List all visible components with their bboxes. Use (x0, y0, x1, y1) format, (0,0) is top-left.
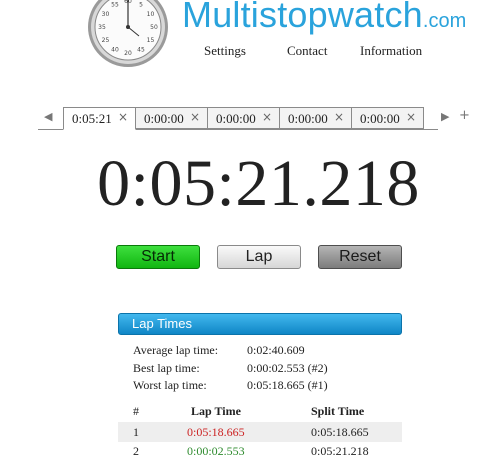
stopwatch-logo-icon: 55605105015452040253530 (88, 0, 168, 67)
column-header-number: # (133, 404, 139, 418)
lap-time-best: 0:00:02.553 (187, 444, 245, 458)
column-header-lap-time: Lap Time (191, 404, 241, 418)
best-lap-value: 0:00:02.553 (#2) (247, 361, 328, 375)
nav-settings[interactable]: Settings (204, 43, 246, 59)
timer-tab-5[interactable]: 0:00:00 × (352, 107, 424, 129)
clock-numeral: 15 (147, 37, 155, 44)
timer-tab-4[interactable]: 0:00:00 × (280, 107, 352, 129)
brand-logo[interactable]: Multistopwatch.com (182, 0, 466, 36)
timer-tab-label: 0:00:00 (144, 111, 184, 126)
timer-tab-3[interactable]: 0:00:00 × (208, 107, 280, 129)
table-row: 1 0:05:18.665 0:05:18.665 (118, 422, 402, 442)
timer-tabs: 0:05:21 × 0:00:00 × 0:00:00 × 0:00:00 × … (63, 107, 424, 130)
clock-numeral: 40 (111, 47, 119, 54)
tab-prev-arrow-icon[interactable]: ◀ (44, 110, 52, 123)
lap-time-worst: 0:05:18.665 (187, 425, 245, 439)
timer-tab-label: 0:00:00 (288, 111, 328, 126)
tab-next-arrow-icon[interactable]: ▶ (441, 110, 449, 123)
add-tab-icon[interactable]: + (459, 108, 470, 123)
lap-times-header: Lap Times (118, 313, 402, 335)
close-tab-icon[interactable]: × (334, 110, 344, 124)
brand-name: Multistopwatch (182, 0, 423, 35)
stopwatch-display: 0:05:21.218 (97, 147, 420, 220)
clock-numeral: 30 (102, 11, 110, 18)
clock-numeral: 35 (98, 24, 106, 31)
clock-numeral: 55 (111, 2, 119, 9)
timer-tab-label: 0:00:00 (360, 111, 400, 126)
clock-numeral: 5 (139, 2, 143, 9)
column-header-split-time: Split Time (311, 404, 365, 418)
best-lap-label: Best lap time: (133, 361, 200, 375)
worst-lap-value: 0:05:18.665 (#1) (247, 378, 328, 392)
lap-number: 2 (133, 444, 139, 458)
split-time: 0:05:21.218 (311, 444, 369, 458)
clock-numeral: 25 (102, 37, 110, 44)
close-tab-icon[interactable]: × (118, 110, 128, 124)
close-tab-icon[interactable]: × (262, 110, 272, 124)
nav-contact[interactable]: Contact (287, 43, 327, 59)
clock-numeral: 10 (147, 11, 155, 18)
start-button[interactable]: Start (116, 245, 200, 269)
nav-information[interactable]: Information (360, 43, 422, 59)
split-time: 0:05:18.665 (311, 425, 369, 439)
average-lap-label: Average lap time: (133, 343, 219, 357)
lap-button[interactable]: Lap (217, 245, 301, 269)
timer-tab-label: 0:05:21 (72, 111, 112, 126)
clock-numeral: 45 (137, 47, 145, 54)
close-tab-icon[interactable]: × (406, 110, 416, 124)
table-row: 2 0:00:02.553 0:05:21.218 (118, 441, 402, 461)
clock-numeral: 20 (124, 50, 132, 57)
brand-tld: .com (422, 10, 467, 32)
close-tab-icon[interactable]: × (190, 110, 200, 124)
lap-number: 1 (133, 425, 139, 439)
worst-lap-label: Worst lap time: (133, 378, 207, 392)
timer-tab-1[interactable]: 0:05:21 × (63, 107, 136, 130)
timer-tab-label: 0:00:00 (216, 111, 256, 126)
reset-button[interactable]: Reset (318, 245, 402, 269)
timer-tab-2[interactable]: 0:00:00 × (136, 107, 208, 129)
clock-numeral: 50 (150, 24, 158, 31)
average-lap-value: 0:02:40.609 (247, 343, 305, 357)
